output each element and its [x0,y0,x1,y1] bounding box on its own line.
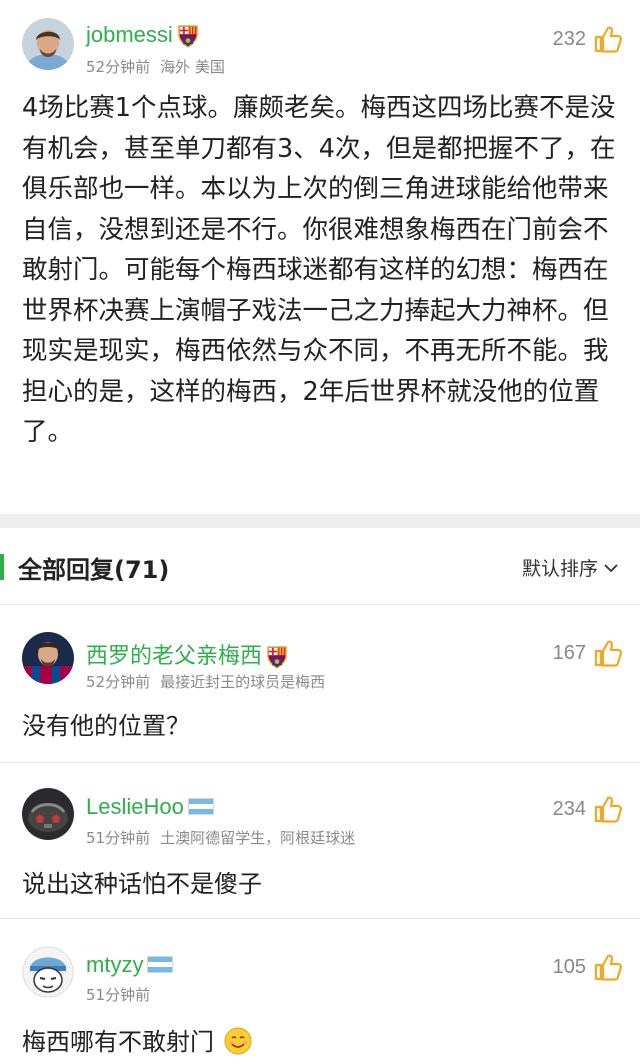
reply-like-button[interactable]: 234 [553,794,622,824]
reply-meta: 52分钟前 最接近封王的球员是梅西 [86,671,325,692]
reply-text: 说出这种话怕不是傻子 [22,870,262,898]
reply-time: 51分钟前 [86,829,151,847]
divider [0,918,640,919]
messi-avatar-icon[interactable] [22,18,74,70]
divider [0,762,640,763]
section-divider [0,514,640,528]
reply-time: 52分钟前 [86,673,151,691]
user-avatar-icon[interactable] [22,632,74,684]
reply-username[interactable]: 西罗的老父亲梅西 [86,638,288,670]
fc-barcelona-badge-icon [266,645,288,669]
chevron-down-icon [604,563,618,572]
user-avatar-icon[interactable] [22,946,74,998]
argentina-flag-icon [147,955,174,973]
post-like-count: 232 [552,27,586,50]
thumbs-up-icon [592,794,622,824]
post-location: 海外 美国 [160,58,225,76]
reply-text: 梅西哪有不敢射门 [22,1028,214,1056]
user-avatar-icon[interactable] [22,788,74,840]
reply-like-count: 167 [552,641,586,664]
reply-like-count: 234 [552,797,586,820]
reply-username-text[interactable]: 西罗的老父亲梅西 [86,643,262,668]
reply-meta: 51分钟前 土澳阿德留学生，阿根廷球迷 [86,827,355,848]
divider [0,604,640,605]
fc-barcelona-badge-icon [177,24,199,48]
post-username-text[interactable]: jobmessi [86,22,173,47]
post-like-button[interactable]: 232 [553,24,622,54]
reply-username[interactable]: LeslieHoo [86,794,214,820]
argentina-flag-icon [187,797,214,815]
reply-like-button[interactable]: 167 [553,638,622,668]
thumbs-up-icon [592,952,622,982]
reply-like-button[interactable]: 105 [553,952,622,982]
post-body: 4场比赛1个点球。廉颇老矣。梅西这四场比赛不是没有机会，甚至单刀都有3、4次，但… [22,93,616,447]
replies-section-header: 全部回复(71) 默认排序 [0,548,640,588]
reply-text: 没有他的位置？ [22,712,190,740]
sort-label: 默认排序 [521,558,598,580]
thumbs-up-icon [592,638,622,668]
reply-meta: 51分钟前 [86,984,150,1005]
reply-bio: 最接近封王的球员是梅西 [160,673,326,691]
reply-username-text[interactable]: LeslieHoo [86,794,184,819]
smile-emoji-icon [224,1027,252,1055]
reply-username[interactable]: mtyzy [86,952,174,978]
post-meta: 52分钟前 海外 美国 [86,56,225,77]
reply-bio: 土澳阿德留学生，阿根廷球迷 [160,829,356,847]
post-time: 52分钟前 [86,58,151,76]
replies-section-title: 全部回复(71) [18,556,170,584]
sort-dropdown[interactable]: 默认排序 [522,554,618,581]
reply-like-count: 105 [552,955,586,978]
thumbs-up-icon [592,24,622,54]
reply-username-text[interactable]: mtyzy [86,952,143,977]
reply-text-row: 梅西哪有不敢射门 [22,1022,252,1057]
post-username[interactable]: jobmessi [86,22,199,48]
section-accent-bar [0,554,4,580]
reply-time: 51分钟前 [86,986,151,1004]
